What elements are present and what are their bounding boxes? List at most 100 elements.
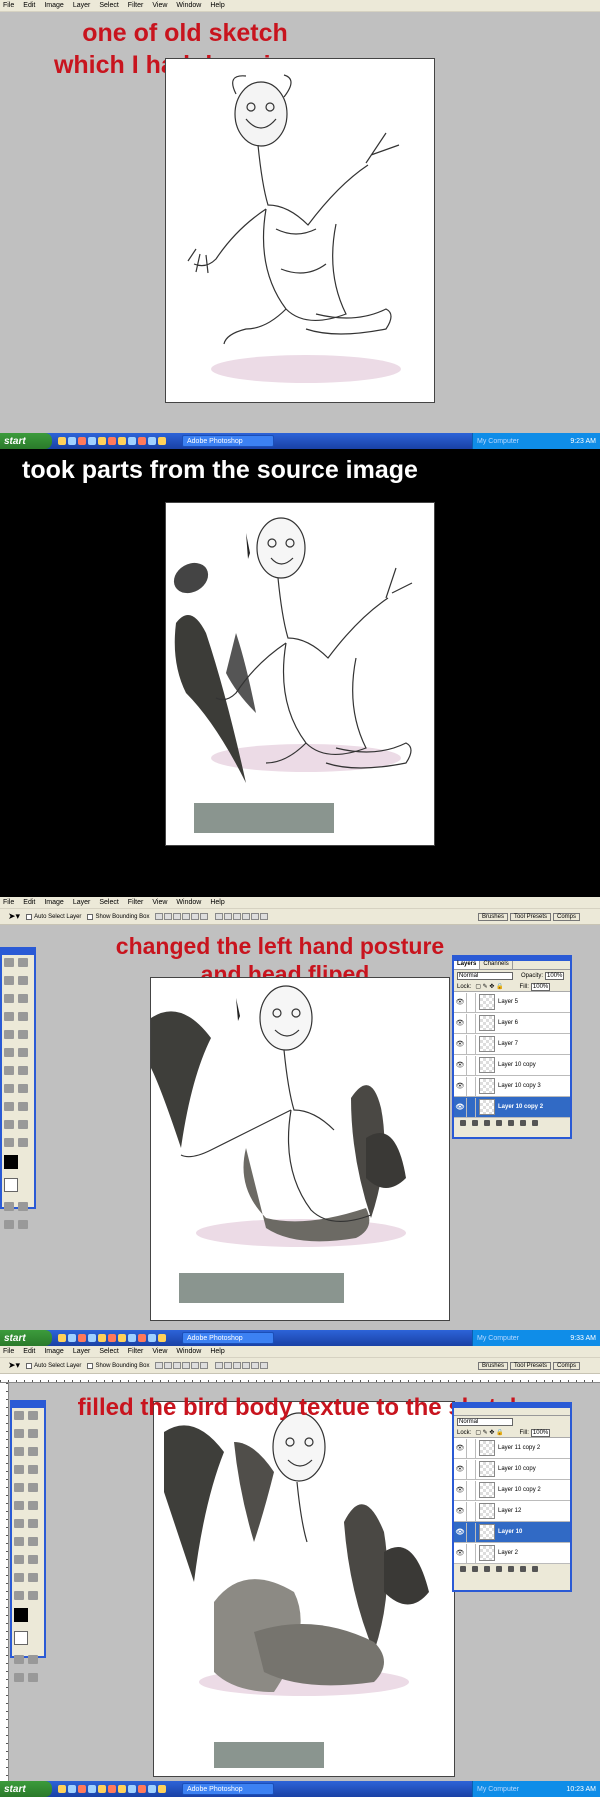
document-canvas[interactable] <box>165 502 435 846</box>
shape-tool-icon[interactable] <box>28 1555 38 1564</box>
menu-help[interactable]: Help <box>210 1348 224 1355</box>
new-layer-icon[interactable] <box>520 1120 526 1126</box>
tab-layers[interactable]: Layers <box>454 961 481 969</box>
tray-my-computer[interactable]: My Computer <box>477 1335 519 1342</box>
eye-icon[interactable]: 👁 <box>454 1549 466 1557</box>
new-layer-icon[interactable] <box>520 1566 526 1572</box>
eye-icon[interactable]: 👁 <box>454 1507 466 1515</box>
menu-filter[interactable]: Filter <box>128 1348 144 1355</box>
pen-tool-icon[interactable] <box>14 1555 24 1564</box>
quickmask-off-icon[interactable] <box>14 1655 24 1664</box>
start-button[interactable]: start <box>0 1781 52 1797</box>
path-select-icon[interactable] <box>4 1084 14 1093</box>
align-buttons[interactable] <box>155 913 209 920</box>
adjustment-icon[interactable] <box>496 1566 502 1572</box>
layer-row[interactable]: 👁 Layer 7 <box>454 1034 570 1055</box>
start-button[interactable]: start <box>0 1330 52 1346</box>
layer-row[interactable]: 👁 Layer 10 copy <box>454 1055 570 1076</box>
taskbar-app-photoshop[interactable]: Adobe Photoshop <box>182 1783 274 1795</box>
menu-filter[interactable]: Filter <box>128 899 144 906</box>
hand-tool-icon[interactable] <box>4 1138 14 1147</box>
zoom-tool-icon[interactable] <box>28 1591 38 1600</box>
eye-icon[interactable]: 👁 <box>454 1082 466 1090</box>
eraser-tool-icon[interactable] <box>14 1501 24 1510</box>
menu-edit[interactable]: Edit <box>23 1348 35 1355</box>
crop-tool-icon[interactable] <box>14 1447 24 1456</box>
layer-row-selected[interactable]: 👁 Layer 10 <box>454 1522 570 1543</box>
mask-icon[interactable] <box>484 1120 490 1126</box>
marquee-tool-icon[interactable] <box>4 958 14 967</box>
type-tool-icon[interactable] <box>28 1537 38 1546</box>
taskbar-app-photoshop[interactable]: Adobe Photoshop <box>182 1332 274 1344</box>
blur-tool-icon[interactable] <box>4 1066 14 1075</box>
menu-file[interactable]: File <box>3 2 14 9</box>
foreground-color-swatch[interactable] <box>14 1608 28 1622</box>
eyedropper-tool-icon[interactable] <box>28 1573 38 1582</box>
layer-row[interactable]: 👁 Layer 5 <box>454 992 570 1013</box>
tab-tool-presets[interactable]: Tool Presets <box>509 1361 551 1370</box>
menu-select[interactable]: Select <box>99 899 118 906</box>
distribute-buttons[interactable] <box>215 1362 269 1369</box>
stamp-tool-icon[interactable] <box>4 1030 14 1039</box>
fill-field[interactable]: 100% <box>530 1428 551 1437</box>
quickmask-on-icon[interactable] <box>18 1202 28 1211</box>
quickmask-on-icon[interactable] <box>28 1655 38 1664</box>
brush-tool-icon[interactable] <box>28 1465 38 1474</box>
hand-tool-icon[interactable] <box>14 1591 24 1600</box>
pen-tool-icon[interactable] <box>4 1102 14 1111</box>
eye-icon[interactable]: 👁 <box>454 1465 466 1473</box>
dodge-tool-icon[interactable] <box>28 1519 38 1528</box>
tab-tool-presets[interactable]: Tool Presets <box>509 912 551 921</box>
marquee-tool-icon[interactable] <box>14 1411 24 1420</box>
jump-to-imageready-icon[interactable] <box>18 1220 28 1229</box>
mask-icon[interactable] <box>484 1566 490 1572</box>
layer-row-selected[interactable]: 👁 Layer 10 copy 2 <box>454 1097 570 1118</box>
menu-edit[interactable]: Edit <box>23 899 35 906</box>
align-buttons[interactable] <box>155 1362 209 1369</box>
folder-icon[interactable] <box>508 1566 514 1572</box>
bounding-box-checkbox[interactable] <box>87 913 94 920</box>
eyedropper-tool-icon[interactable] <box>18 1120 28 1129</box>
brush-tool-icon[interactable] <box>18 1012 28 1021</box>
eye-icon[interactable]: 👁 <box>454 1040 466 1048</box>
gradient-tool-icon[interactable] <box>18 1048 28 1057</box>
menu-view[interactable]: View <box>152 899 167 906</box>
menu-file[interactable]: File <box>3 899 14 906</box>
layer-row[interactable]: 👁 Layer 10 copy 2 <box>454 1480 570 1501</box>
foreground-color-swatch[interactable] <box>4 1155 18 1169</box>
path-select-icon[interactable] <box>14 1537 24 1546</box>
slice-tool-icon[interactable] <box>28 1447 38 1456</box>
menu-help[interactable]: Help <box>210 2 224 9</box>
lasso-tool-icon[interactable] <box>14 1429 24 1438</box>
document-canvas[interactable] <box>153 1401 455 1777</box>
quickmask-off-icon[interactable] <box>4 1202 14 1211</box>
layer-row[interactable]: 👁 Layer 10 copy <box>454 1459 570 1480</box>
layer-row[interactable]: 👁 Layer 6 <box>454 1013 570 1034</box>
eye-icon[interactable]: 👁 <box>454 1444 466 1452</box>
eye-icon[interactable]: 👁 <box>454 1528 466 1536</box>
layer-style-icon[interactable] <box>472 1566 478 1572</box>
menu-image[interactable]: Image <box>44 1348 63 1355</box>
layer-row[interactable]: 👁 Layer 12 <box>454 1501 570 1522</box>
menu-view[interactable]: View <box>152 1348 167 1355</box>
shape-tool-icon[interactable] <box>18 1102 28 1111</box>
menu-image[interactable]: Image <box>44 899 63 906</box>
bounding-box-checkbox[interactable] <box>87 1362 94 1369</box>
menu-edit[interactable]: Edit <box>23 2 35 9</box>
menu-image[interactable]: Image <box>44 2 63 9</box>
eye-icon[interactable]: 👁 <box>454 998 466 1006</box>
move-tool-icon[interactable]: ➤▾ <box>8 911 20 922</box>
background-color-swatch[interactable] <box>4 1178 18 1192</box>
opacity-field[interactable]: 100% <box>545 972 565 980</box>
menu-window[interactable]: Window <box>176 1348 201 1355</box>
wand-tool-icon[interactable] <box>18 976 28 985</box>
eye-icon[interactable]: 👁 <box>454 1019 466 1027</box>
wand-tool-icon[interactable] <box>28 1429 38 1438</box>
trash-icon[interactable] <box>532 1566 538 1572</box>
trash-icon[interactable] <box>532 1120 538 1126</box>
eye-icon[interactable]: 👁 <box>454 1061 466 1069</box>
tab-comps[interactable]: Comps <box>552 912 580 921</box>
menu-window[interactable]: Window <box>176 899 201 906</box>
menu-select[interactable]: Select <box>99 1348 118 1355</box>
menu-help[interactable]: Help <box>210 899 224 906</box>
